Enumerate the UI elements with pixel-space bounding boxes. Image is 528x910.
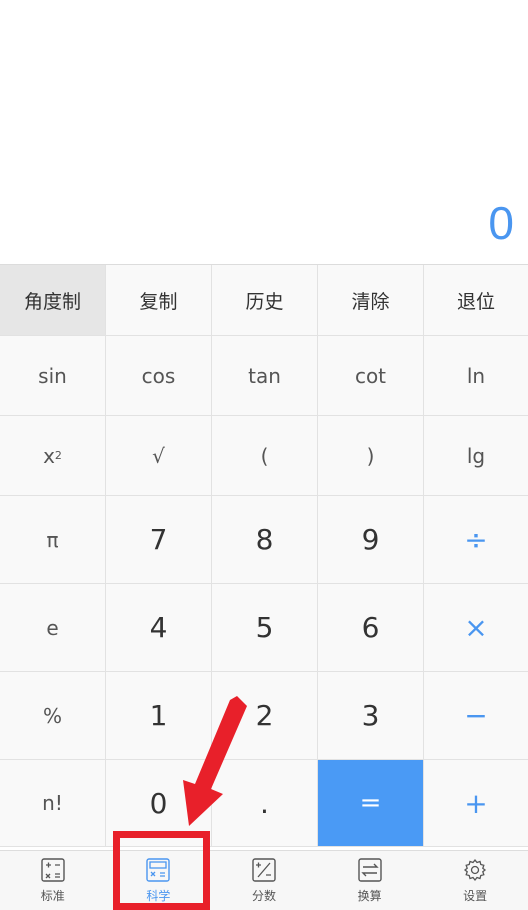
row-789: π 7 8 9 ÷: [0, 496, 528, 584]
clear-button[interactable]: 清除: [318, 265, 424, 336]
cot-button[interactable]: cot: [318, 336, 424, 416]
keypad: 角度制 复制 历史 清除 退位 sin cos tan cot ln x2 √ …: [0, 264, 528, 847]
e-button[interactable]: e: [0, 584, 106, 672]
left-paren-button[interactable]: (: [212, 416, 318, 496]
bottom-tab-bar: 标准 科学 分数 换算 设置: [0, 850, 528, 910]
row-456: e 4 5 6 ×: [0, 584, 528, 672]
power-row: x2 √ ( ) lg: [0, 416, 528, 496]
pi-button[interactable]: π: [0, 496, 106, 584]
display-value: 0: [488, 197, 514, 249]
history-button[interactable]: 历史: [212, 265, 318, 336]
digit-3-button[interactable]: 3: [318, 672, 424, 760]
digit-6-button[interactable]: 6: [318, 584, 424, 672]
digit-9-button[interactable]: 9: [318, 496, 424, 584]
tab-fraction[interactable]: 分数: [211, 851, 317, 910]
lg-button[interactable]: lg: [424, 416, 528, 496]
digit-1-button[interactable]: 1: [106, 672, 212, 760]
percent-button[interactable]: %: [0, 672, 106, 760]
decimal-button[interactable]: .: [212, 760, 318, 847]
function-row: 角度制 复制 历史 清除 退位: [0, 265, 528, 336]
tab-label: 科学: [146, 889, 171, 903]
equals-button[interactable]: =: [318, 760, 424, 847]
conversion-icon: [357, 858, 382, 882]
tab-label: 换算: [357, 889, 382, 903]
multiply-button[interactable]: ×: [424, 584, 528, 672]
tab-label: 标准: [40, 889, 65, 903]
factorial-button[interactable]: n!: [0, 760, 106, 847]
digit-4-button[interactable]: 4: [106, 584, 212, 672]
display-area: 0: [0, 0, 528, 264]
angle-mode-button[interactable]: 角度制: [0, 265, 106, 336]
trig-row: sin cos tan cot ln: [0, 336, 528, 416]
backspace-button[interactable]: 退位: [424, 265, 528, 336]
scientific-calc-icon: [146, 858, 171, 882]
square-exponent: 2: [54, 449, 62, 462]
gear-icon: [464, 858, 487, 882]
add-button[interactable]: +: [424, 760, 528, 847]
tab-scientific[interactable]: 科学: [106, 851, 212, 910]
tab-conversion[interactable]: 换算: [317, 851, 423, 910]
divide-button[interactable]: ÷: [424, 496, 528, 584]
tab-label: 分数: [251, 889, 276, 903]
row-0: n! 0 . = +: [0, 760, 528, 847]
square-button[interactable]: x2: [0, 416, 106, 496]
sqrt-button[interactable]: √: [106, 416, 212, 496]
digit-7-button[interactable]: 7: [106, 496, 212, 584]
row-123: % 1 2 3 −: [0, 672, 528, 760]
copy-button[interactable]: 复制: [106, 265, 212, 336]
fraction-icon: [252, 858, 276, 882]
tab-label: 设置: [463, 889, 488, 903]
standard-calc-icon: [41, 858, 65, 882]
tab-standard[interactable]: 标准: [0, 851, 106, 910]
square-base: x: [43, 443, 55, 468]
digit-2-button[interactable]: 2: [212, 672, 318, 760]
cos-button[interactable]: cos: [106, 336, 212, 416]
ln-button[interactable]: ln: [424, 336, 528, 416]
right-paren-button[interactable]: ): [318, 416, 424, 496]
digit-0-button[interactable]: 0: [106, 760, 212, 847]
digit-5-button[interactable]: 5: [212, 584, 318, 672]
sin-button[interactable]: sin: [0, 336, 106, 416]
subtract-button[interactable]: −: [424, 672, 528, 760]
digit-8-button[interactable]: 8: [212, 496, 318, 584]
tab-settings[interactable]: 设置: [422, 851, 528, 910]
tan-button[interactable]: tan: [212, 336, 318, 416]
